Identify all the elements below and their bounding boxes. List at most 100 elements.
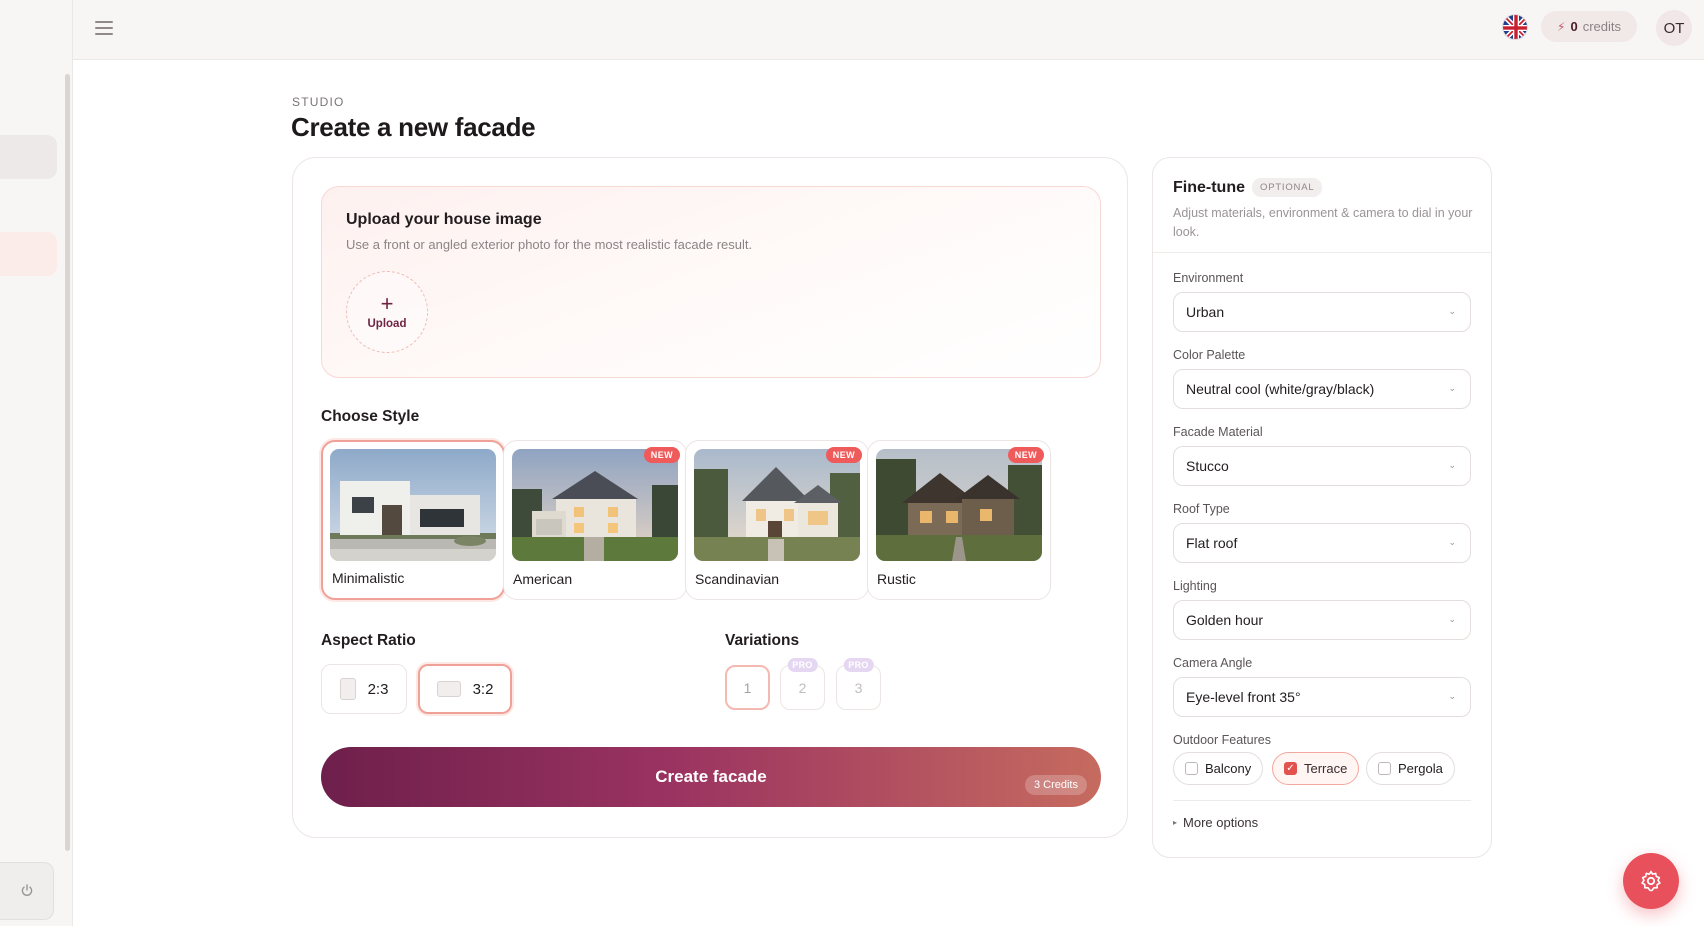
credits-value: 0 [1570,19,1578,34]
aspect-value: 2:3 [367,680,389,698]
credit-cost-badge: 3 Credits [1024,775,1087,795]
upload-title: Upload your house image [346,211,542,228]
create-facade-label: Create facade [655,767,767,786]
roof-type-value: Flat roof [1186,535,1238,551]
new-badge: NEW [825,447,862,463]
environment-label: Environment [1173,271,1244,285]
lighting-select[interactable]: Golden hour ⌄ [1173,600,1471,640]
bolt-icon: ⚡ [1557,19,1566,34]
upload-button[interactable]: + Upload [346,271,428,353]
aspect-option-2-3[interactable]: 2:3 [321,664,407,714]
chevron-down-icon: ⌄ [1448,691,1456,701]
choose-style-label: Choose Style [321,408,420,425]
new-badge: NEW [1007,447,1044,463]
lighting-label: Lighting [1173,579,1217,593]
create-facade-button[interactable]: Create facade 3 Credits [321,747,1101,807]
lighting-value: Golden hour [1186,612,1264,628]
feature-pergola[interactable]: Pergola [1366,752,1455,785]
divider [1173,800,1471,801]
sidebar [0,0,73,926]
facade-material-label: Facade Material [1173,425,1263,439]
style-image-scandinavian [694,449,860,561]
hamburger-icon[interactable] [95,18,113,36]
pro-badge: PRO [843,658,874,672]
style-image-american [512,449,678,561]
style-name-scandinavian: Scandinavian [695,571,780,587]
aspect-value: 3:2 [472,680,494,698]
outdoor-features-label: Outdoor Features [1173,733,1271,747]
variation-option-1[interactable]: 1 [725,665,770,710]
aspect-option-3-2[interactable]: 3:2 [418,664,512,714]
facade-material-value: Stucco [1186,458,1229,474]
uk-flag-icon[interactable] [1502,14,1528,40]
more-options-toggle[interactable]: ▸ More options [1173,815,1258,830]
camera-angle-select[interactable]: Eye-level front 35° ⌄ [1173,677,1471,717]
style-card-rustic[interactable]: NEW Rustic [867,440,1051,600]
page-title: Create a new facade [291,112,536,142]
more-options-label: More options [1183,815,1259,830]
upload-label: Upload [367,318,407,330]
credits-label: credits [1582,19,1621,34]
pro-badge: PRO [787,658,818,672]
sidebar-item-active[interactable] [0,232,57,276]
plus-icon: + [380,291,394,316]
power-icon [21,884,32,896]
style-card-scandinavian[interactable]: NEW Scandinavian [685,440,869,600]
variation-value: 3 [854,679,863,696]
checkbox-checked[interactable]: ✓ [1284,762,1297,775]
settings-fab[interactable] [1623,853,1679,909]
variation-value: 1 [743,679,752,696]
chevron-down-icon: ⌄ [1448,614,1456,624]
page-eyebrow: STUDIO [292,95,345,109]
chevron-down-icon: ⌄ [1448,383,1456,393]
style-card-minimalistic[interactable]: Minimalistic [321,440,505,600]
feature-terrace[interactable]: ✓ Terrace [1272,752,1360,785]
gear-icon [1641,870,1661,892]
variation-value: 2 [798,679,807,696]
style-name-minimalistic: Minimalistic [332,570,405,586]
credits-pill[interactable]: ⚡ 0 credits [1541,11,1637,42]
environment-select[interactable]: Urban ⌄ [1173,292,1471,332]
variation-option-3[interactable]: PRO 3 [836,658,881,710]
roof-type-label: Roof Type [1173,502,1230,516]
camera-angle-label: Camera Angle [1173,656,1253,670]
power-button[interactable] [0,862,54,920]
fine-tune-title: Fine-tune [1173,179,1245,196]
color-palette-select[interactable]: Neutral cool (white/gray/black) ⌄ [1173,369,1471,409]
feature-balcony[interactable]: Balcony [1173,752,1264,785]
upload-section: Upload your house image Use a front or a… [321,186,1101,378]
new-badge: NEW [643,447,680,463]
aspect-ratio-label: Aspect Ratio [321,632,416,649]
landscape-shape-icon [436,681,461,697]
feature-label: Balcony [1205,761,1252,776]
chevron-down-icon: ⌄ [1448,306,1456,316]
avatar[interactable]: OT [1656,10,1692,46]
facade-material-select[interactable]: Stucco ⌄ [1173,446,1471,486]
checkbox[interactable] [1378,762,1391,775]
variations-label: Variations [725,632,800,649]
roof-type-select[interactable]: Flat roof ⌄ [1173,523,1471,563]
fine-tune-subtitle: Adjust materials, environment & camera t… [1173,206,1473,239]
chevron-down-icon: ⌄ [1448,537,1456,547]
feature-label: Terrace [1304,761,1348,776]
optional-badge: OPTIONAL [1252,178,1323,197]
style-name-american: American [513,571,573,587]
chevron-down-icon: ⌄ [1448,460,1456,470]
color-palette-label: Color Palette [1173,348,1246,362]
checkbox[interactable] [1185,762,1198,775]
upload-subtitle: Use a front or angled exterior photo for… [346,237,753,252]
sidebar-scrollbar[interactable] [65,74,70,851]
triangle-right-icon: ▸ [1173,818,1178,827]
create-card: Upload your house image Use a front or a… [292,157,1128,838]
variation-option-2[interactable]: PRO 2 [780,658,825,710]
environment-value: Urban [1186,304,1225,320]
style-image-minimalistic [330,449,496,561]
sidebar-item[interactable] [0,135,57,179]
style-image-rustic [876,449,1042,561]
portrait-shape-icon [339,678,356,700]
camera-angle-value: Eye-level front 35° [1186,689,1301,705]
feature-label: Pergola [1398,761,1443,776]
style-card-american[interactable]: NEW American [503,440,687,600]
style-name-rustic: Rustic [877,571,916,587]
fine-tune-panel: Fine-tune OPTIONAL Adjust materials, env… [1152,157,1492,858]
